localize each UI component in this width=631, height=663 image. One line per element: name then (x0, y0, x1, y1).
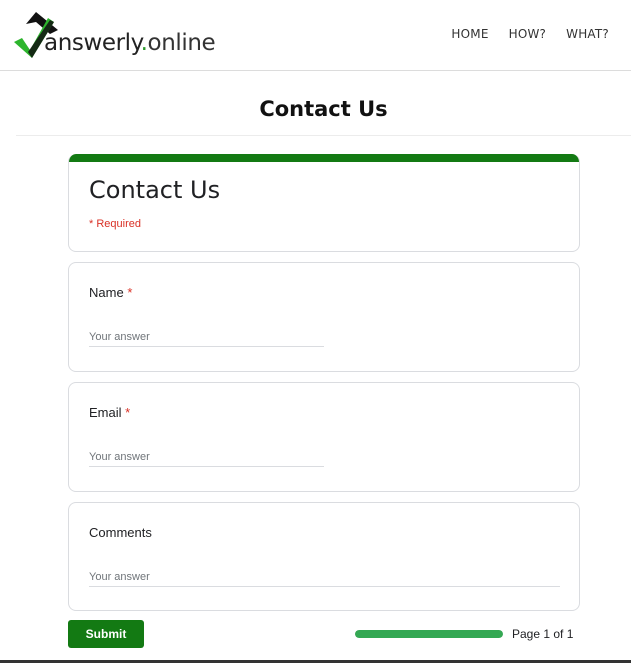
form-accent-bar (69, 154, 579, 162)
comments-label: Comments (89, 525, 152, 540)
question-name: Name * (68, 262, 580, 372)
logo-tld: online (147, 30, 216, 56)
nav-home[interactable]: HOME (441, 27, 498, 41)
site-logo[interactable]: answerly.online (14, 10, 224, 60)
form-header-card: Contact Us * Required (68, 154, 580, 252)
title-divider (16, 135, 631, 136)
form-title: Contact Us (89, 176, 221, 204)
comments-input[interactable] (89, 567, 560, 587)
nav-what[interactable]: WHAT? (556, 27, 619, 41)
question-label: Name * (89, 285, 132, 300)
email-input[interactable] (89, 447, 324, 467)
logo-dot: . (140, 30, 148, 56)
name-input[interactable] (89, 327, 324, 347)
question-comments: Comments (68, 502, 580, 611)
required-note: * Required (89, 218, 141, 230)
submit-button[interactable]: Submit (68, 620, 144, 648)
email-label: Email (89, 405, 122, 420)
question-label: Email * (89, 405, 130, 420)
nav-how[interactable]: HOW? (499, 27, 557, 41)
progress-bar (355, 630, 503, 638)
logo-wordmark: answerly.online (44, 30, 216, 56)
site-header: answerly.online HOME HOW? WHAT? (0, 0, 631, 71)
question-email: Email * (68, 382, 580, 492)
required-star: * (127, 285, 133, 300)
question-label: Comments (89, 525, 152, 540)
main-nav: HOME HOW? WHAT? (441, 27, 619, 41)
page-indicator: Page 1 of 1 (512, 627, 574, 641)
page-title: Contact Us (259, 97, 388, 121)
required-star: * (125, 405, 131, 420)
name-label: Name (89, 285, 124, 300)
logo-word: answerly (44, 30, 141, 56)
progress-fill (355, 630, 503, 638)
